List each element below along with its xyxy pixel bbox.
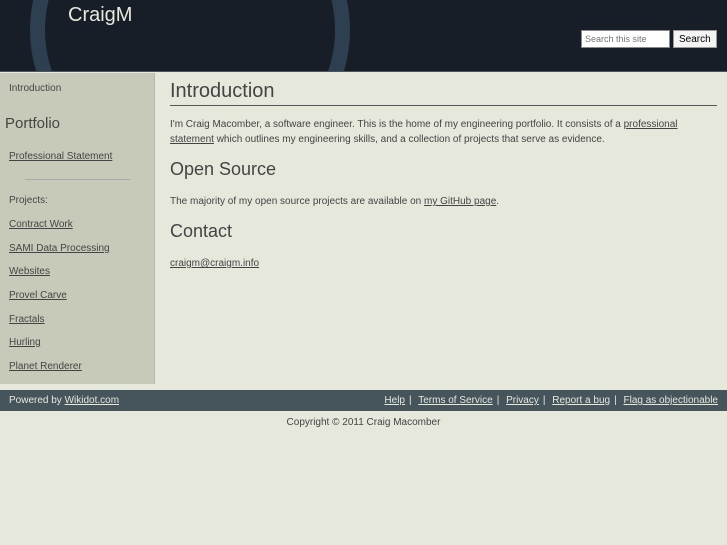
sidebar-heading-portfolio: Portfolio [5,115,61,132]
sidebar-item-introduction[interactable]: Introduction [9,83,61,94]
sidebar-link-project[interactable]: Websites [9,266,50,277]
footer-link-terms[interactable]: Terms of Service [418,395,492,406]
sidebar-link-project[interactable]: SAMI Data Processing [9,243,110,254]
open-source-paragraph: The majority of my open source projects … [170,194,717,209]
intro-text: which outlines my engineering skills, an… [213,134,605,145]
sidebar-divider [25,179,130,180]
sidebar-link-project[interactable]: Fractals [9,314,45,325]
footer-bar: Powered by Wikidot.com Help | Terms of Se… [0,390,727,411]
wikidot-link[interactable]: Wikidot.com [65,395,119,406]
intro-text: I'm Craig Macomber, a software engineer.… [170,119,624,130]
sidebar-link-project[interactable]: Hurling [9,337,41,348]
sidebar-link-project[interactable]: Provel Carve [9,290,67,301]
page-title: Introduction [170,80,717,106]
search-button[interactable]: Search [673,30,717,48]
projects-label: Projects: [9,195,48,206]
sidebar-link-professional-statement[interactable]: Professional Statement [9,151,112,162]
main-content: Introduction I'm Craig Macomber, a softw… [170,80,717,271]
intro-paragraph: I'm Craig Macomber, a software engineer.… [170,117,717,147]
contact-email-link[interactable]: craigm@craigm.info [170,258,259,269]
period: . [496,196,500,207]
site-header: CraigM Search [0,0,727,72]
site-title[interactable]: CraigM [68,4,132,27]
footer-link-flag[interactable]: Flag as objectionable [623,395,718,406]
search-input[interactable] [581,30,670,48]
sidebar-link-project[interactable]: Planet Renderer [9,361,82,372]
contact-heading: Contact [170,221,233,241]
powered-by-text: Powered by [9,395,65,406]
open-source-text: The majority of my open source projects … [170,196,425,207]
sidebar: Introduction Portfolio Professional Stat… [0,73,155,384]
footer-link-privacy[interactable]: Privacy [506,395,539,406]
search-form: Search [581,30,717,48]
footer-link-help[interactable]: Help [384,395,405,406]
footer-link-report-bug[interactable]: Report a bug [552,395,610,406]
sidebar-link-project[interactable]: Contract Work [9,219,73,230]
github-link[interactable]: my GitHub page [424,196,496,207]
copyright: Copyright © 2011 Craig Macomber [286,417,441,428]
open-source-heading: Open Source [170,159,277,179]
